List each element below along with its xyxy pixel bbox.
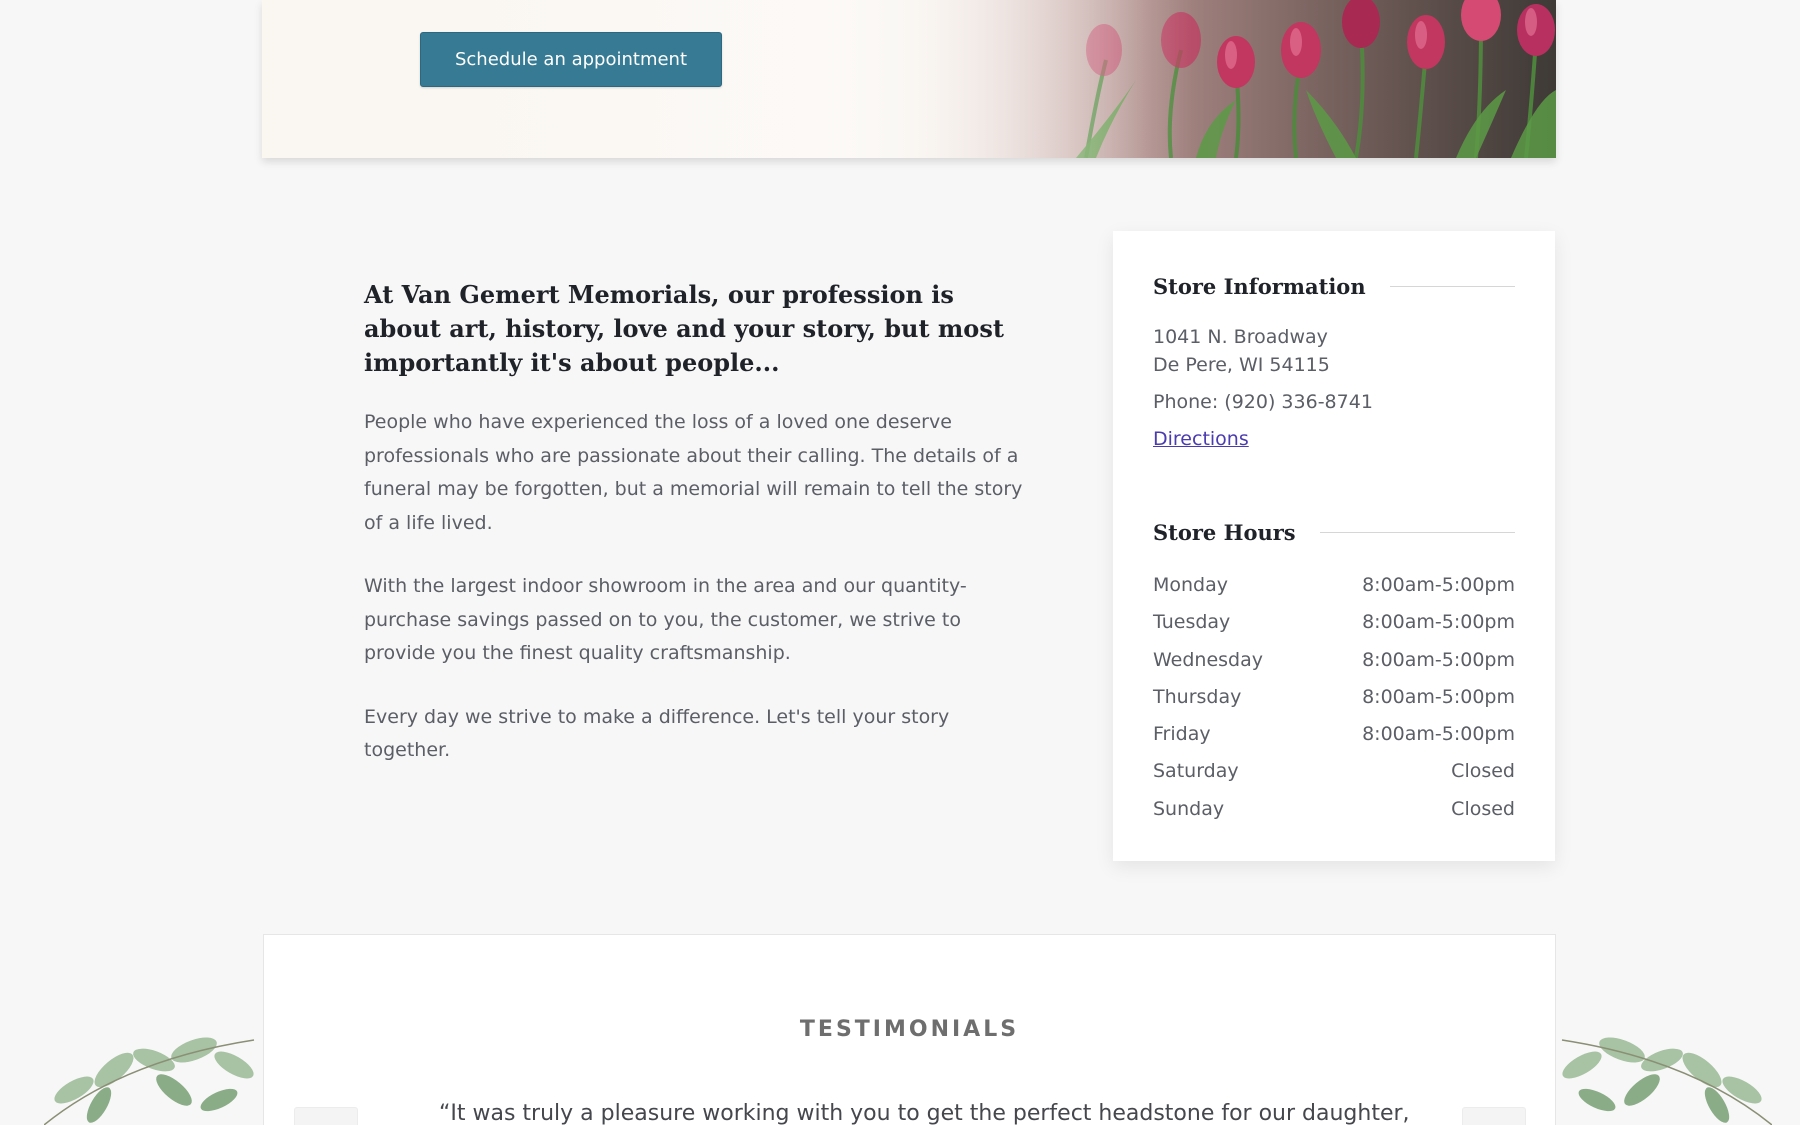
hero-banner: Schedule an appointment <box>262 0 1556 158</box>
hours-time: Closed <box>1451 760 1515 783</box>
store-information-heading: Store Information <box>1153 271 1515 301</box>
hours-day: Monday <box>1153 574 1229 596</box>
address-line-2: De Pere, WI 54115 <box>1153 354 1330 376</box>
hours-day: Saturday <box>1153 760 1239 783</box>
store-address: 1041 N. Broadway De Pere, WI 54115 <box>1153 323 1515 379</box>
hours-day: Wednesday <box>1153 648 1264 671</box>
hours-row: Friday 8:00am-5:00pm <box>1153 716 1515 753</box>
hours-day: Thursday <box>1153 685 1242 708</box>
hours-day: Sunday <box>1153 797 1225 820</box>
hours-day: Friday <box>1153 723 1211 746</box>
hours-row: Sunday Closed <box>1153 791 1515 828</box>
next-testimonial-button[interactable] <box>1462 1107 1526 1125</box>
leaves-decoration-right <box>1561 1037 1772 1125</box>
hours-day: Tuesday <box>1153 611 1231 634</box>
testimonial-quote: “It was truly a pleasure working with yo… <box>439 1101 1410 1125</box>
directions-link[interactable]: Directions <box>1153 425 1249 453</box>
store-information-title: Store Information <box>1153 273 1366 299</box>
address-line-1: 1041 N. Broadway <box>1153 326 1328 348</box>
store-hours-heading: Store Hours <box>1153 517 1515 547</box>
prev-testimonial-button[interactable] <box>294 1107 358 1125</box>
intro-paragraph: Every day we strive to make a difference… <box>364 705 950 762</box>
store-phone: Phone: (920) 336-8741 <box>1153 391 1373 413</box>
store-info-card: Store Information 1041 N. Broadway De Pe… <box>1113 231 1555 861</box>
hours-time: Closed <box>1451 797 1515 820</box>
hours-row: Saturday Closed <box>1153 753 1515 790</box>
intro-paragraph: With the largest indoor showroom in the … <box>364 575 967 664</box>
intro-heading: At Van Gemert Memorials, our profession … <box>364 280 1004 377</box>
store-hours-title: Store Hours <box>1153 519 1296 545</box>
schedule-appointment-button[interactable]: Schedule an appointment <box>420 32 722 87</box>
leaves-decoration-left <box>44 1037 255 1125</box>
hours-time: 8:00am-5:00pm <box>1362 648 1515 671</box>
testimonials-section: TESTIMONIALS “It was truly a pleasure wo… <box>263 934 1556 1125</box>
hours-time: 8:00am-5:00pm <box>1362 685 1515 708</box>
intro-section: At Van Gemert Memorials, our profession … <box>364 278 1024 798</box>
hours-row: Thursday 8:00am-5:00pm <box>1153 679 1515 716</box>
hours-row: Monday 8:00am-5:00pm <box>1153 567 1515 604</box>
hours-time: 8:00am-5:00pm <box>1362 723 1515 746</box>
hours-row: Wednesday 8:00am-5:00pm <box>1153 642 1515 679</box>
hours-row: Tuesday 8:00am-5:00pm <box>1153 604 1515 641</box>
hours-time: 8:00am-5:00pm <box>1362 611 1515 634</box>
heading-divider <box>1319 531 1515 533</box>
hours-time: 8:00am-5:00pm <box>1362 574 1515 596</box>
heading-divider <box>1389 285 1515 287</box>
intro-paragraph: People who have experienced the loss of … <box>364 411 1023 534</box>
store-hours-table: Monday 8:00am-5:00pm Tuesday 8:00am-5:00… <box>1153 567 1515 828</box>
testimonials-heading: TESTIMONIALS <box>799 1017 1020 1042</box>
